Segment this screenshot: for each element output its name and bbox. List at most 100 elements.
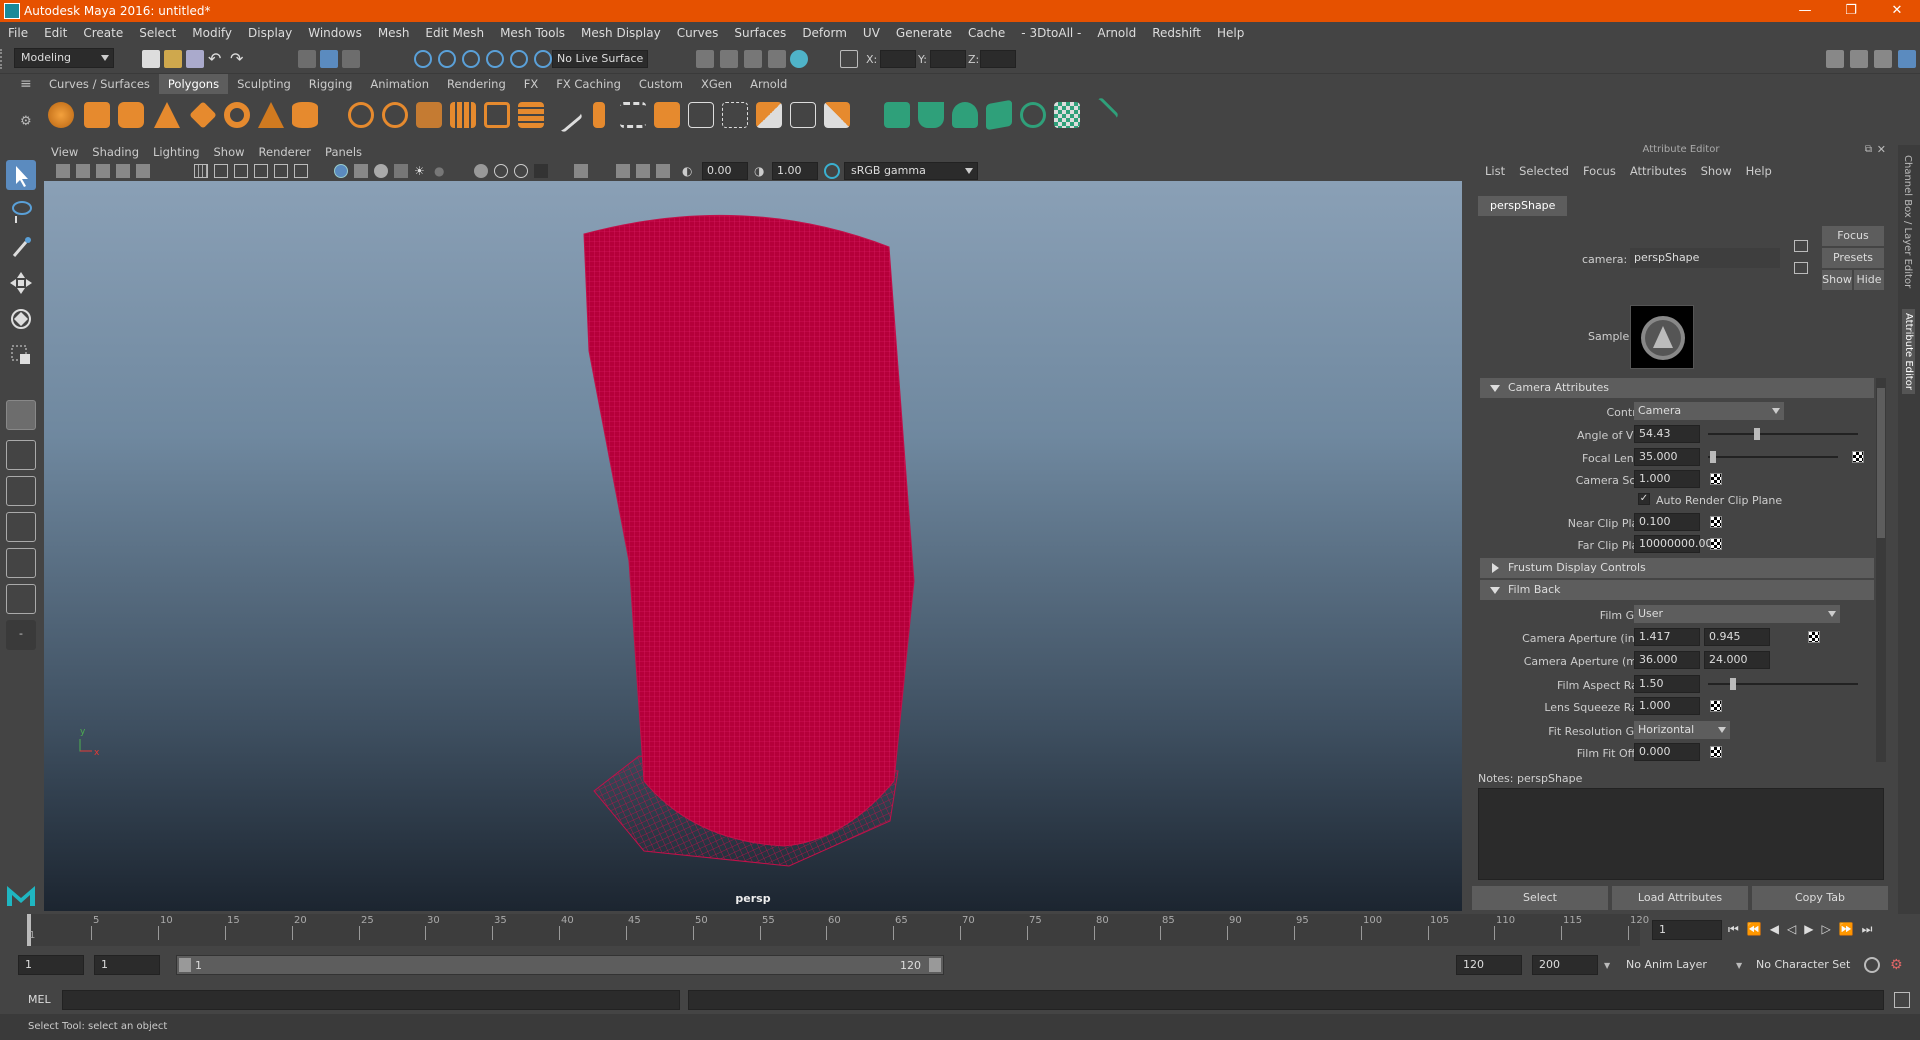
animation-start-field[interactable]: 1 [18, 955, 84, 975]
show-button[interactable]: Show [1822, 270, 1852, 290]
aperture-inch-height-field[interactable]: 0.945 [1704, 628, 1770, 646]
focal-length-slider-handle[interactable] [1710, 451, 1716, 463]
menu-file[interactable]: File [0, 22, 36, 44]
snap-view-icon[interactable] [486, 50, 504, 68]
x-coord-input[interactable] [880, 50, 916, 68]
shelf-tab-xgen[interactable]: XGen [692, 74, 741, 94]
move-tool-icon[interactable] [6, 268, 36, 298]
menu-edit-mesh[interactable]: Edit Mesh [417, 22, 492, 44]
shelf-tab-fx-caching[interactable]: FX Caching [547, 74, 630, 94]
shelf-tab-rendering[interactable]: Rendering [438, 74, 515, 94]
ae-menu-attributes[interactable]: Attributes [1623, 162, 1694, 180]
menu-help[interactable]: Help [1209, 22, 1252, 44]
shelf-tab-rigging[interactable]: Rigging [300, 74, 362, 94]
play-backwards-icon[interactable]: ◁ [1787, 922, 1804, 936]
shelf-tab-fx[interactable]: FX [515, 74, 548, 94]
single-perspective-layout-icon[interactable] [6, 400, 36, 430]
select-camera-icon[interactable] [56, 164, 70, 178]
range-end-handle[interactable] [929, 958, 941, 972]
ae-scrollbar-thumb[interactable] [1877, 388, 1885, 538]
uv-unfold-icon[interactable] [1020, 102, 1046, 128]
shelf-tab-animation[interactable]: Animation [361, 74, 438, 94]
gate-mask-icon[interactable] [254, 164, 268, 178]
angle-of-view-slider-handle[interactable] [1754, 428, 1760, 440]
snap-point-icon[interactable] [462, 50, 480, 68]
field-chart-icon[interactable] [274, 164, 288, 178]
menu-surfaces[interactable]: Surfaces [726, 22, 794, 44]
attribute-editor-toggle-icon[interactable] [1850, 50, 1868, 68]
auto-key-icon[interactable] [1864, 957, 1880, 973]
close-panel-icon[interactable]: ✕ [1877, 143, 1886, 156]
exposure-field[interactable]: 0.00 [702, 162, 748, 180]
playback-end-field[interactable]: 120 [1456, 955, 1522, 975]
extract-icon[interactable] [416, 102, 442, 128]
persp-graph-layout-icon[interactable] [6, 512, 36, 542]
menu-display[interactable]: Display [240, 22, 300, 44]
insert-edge-loop-icon[interactable] [722, 102, 748, 128]
viewport-menu-view[interactable]: View [44, 143, 85, 161]
select-object-icon[interactable] [320, 50, 338, 68]
menu-3dtoall[interactable]: - 3DtoAll - [1013, 22, 1089, 44]
attribute-editor-side-tab[interactable]: Attribute Editor [1902, 309, 1915, 394]
step-back-key-icon[interactable]: ⏪ [1747, 922, 1770, 936]
smooth-icon[interactable] [450, 102, 476, 128]
rotate-tool-icon[interactable] [6, 304, 36, 334]
smooth-shade-icon[interactable] [354, 164, 368, 178]
far-clip-map-icon[interactable] [1710, 538, 1722, 550]
aperture-mm-height-field[interactable]: 24.000 [1704, 651, 1770, 669]
menu-mesh-display[interactable]: Mesh Display [573, 22, 669, 44]
channel-box-toggle-icon[interactable] [1898, 50, 1916, 68]
fill-hole-icon[interactable] [654, 102, 680, 128]
frustum-display-section[interactable]: Frustum Display Controls [1480, 558, 1874, 578]
separate-icon[interactable] [382, 102, 408, 128]
focal-length-slider-track[interactable] [1708, 456, 1838, 458]
append-polygon-icon[interactable] [620, 102, 646, 128]
fit-resolution-gate-dropdown[interactable]: Horizontal [1634, 721, 1730, 739]
angle-of-view-field[interactable]: 54.43 [1634, 425, 1700, 443]
aperture-inch-width-field[interactable]: 1.417 [1634, 628, 1700, 646]
modeling-toolkit-icon[interactable] [1826, 50, 1844, 68]
select-tool-icon[interactable] [6, 160, 36, 190]
wireframe-toggle-icon[interactable] [334, 164, 348, 178]
uv-cylindrical-icon[interactable] [918, 102, 944, 128]
film-gate-icon[interactable] [214, 164, 228, 178]
persp-hypershade-layout-icon[interactable] [6, 548, 36, 578]
channel-box-side-tab[interactable]: Channel Box / Layer Editor [1902, 155, 1913, 288]
film-aspect-slider-handle[interactable] [1730, 678, 1736, 690]
lasso-tool-icon[interactable] [6, 196, 36, 226]
uv-spherical-icon[interactable] [952, 102, 978, 128]
motion-blur-icon[interactable] [494, 164, 508, 178]
minimize-button[interactable]: — [1782, 0, 1828, 22]
render-frame-icon[interactable] [720, 50, 738, 68]
render-settings-icon[interactable] [768, 50, 786, 68]
scale-tool-icon[interactable] [6, 340, 36, 370]
shelf-settings-icon[interactable]: ⚙ [20, 114, 34, 129]
ae-menu-focus[interactable]: Focus [1576, 162, 1623, 180]
viewport-menu-panels[interactable]: Panels [318, 143, 369, 161]
combine-icon[interactable] [348, 102, 374, 128]
xray-icon[interactable] [616, 164, 630, 178]
ae-select-button[interactable]: Select [1472, 886, 1608, 910]
focus-button[interactable]: Focus [1822, 226, 1884, 246]
presets-button[interactable]: Presets [1822, 248, 1884, 268]
gamma-icon[interactable]: ◑ [754, 164, 768, 178]
character-set-dropdown[interactable]: No Character Set [1752, 955, 1862, 975]
maximize-button[interactable]: ❐ [1828, 0, 1874, 22]
close-button[interactable]: ✕ [1874, 0, 1920, 22]
tool-settings-icon[interactable] [1874, 50, 1892, 68]
command-language-label[interactable]: MEL [28, 993, 51, 1006]
poly-cylinder-icon[interactable] [118, 102, 144, 128]
range-start-handle[interactable] [179, 958, 191, 972]
gamma-field[interactable]: 1.00 [772, 162, 818, 180]
bridge-icon[interactable] [518, 102, 544, 128]
snap-live-icon[interactable] [534, 50, 552, 68]
four-view-layout-icon[interactable] [6, 440, 36, 470]
menu-mesh[interactable]: Mesh [370, 22, 418, 44]
playback-start-field[interactable]: 1 [94, 955, 160, 975]
live-surface-field[interactable]: No Live Surface [552, 50, 648, 68]
menu-set-dropdown[interactable]: Modeling [14, 48, 114, 68]
viewport-menu-show[interactable]: Show [207, 143, 252, 161]
load-attributes-button[interactable]: Load Attributes [1612, 886, 1748, 910]
xray-components-icon[interactable] [656, 164, 670, 178]
camera-attributes-section[interactable]: Camera Attributes [1480, 378, 1874, 398]
